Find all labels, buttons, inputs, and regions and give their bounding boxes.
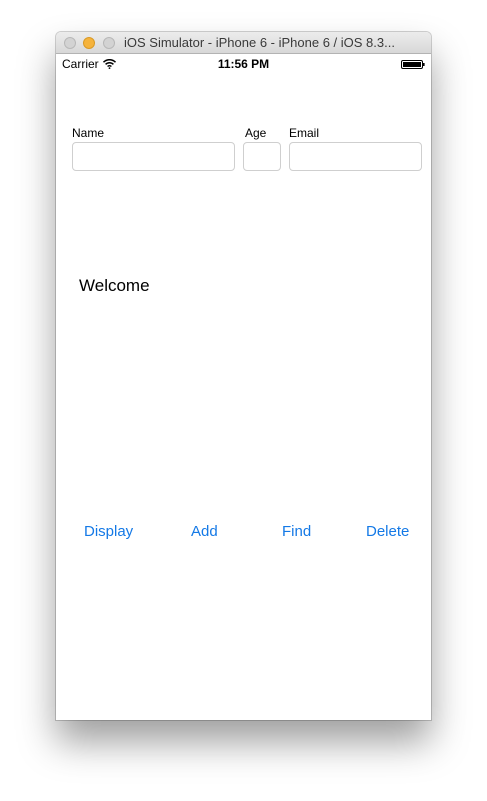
desktop: iOS Simulator - iPhone 6 - iPhone 6 / iO… (0, 0, 487, 801)
zoom-window-button[interactable] (103, 37, 115, 49)
close-window-button[interactable] (64, 37, 76, 49)
title-bar[interactable]: iOS Simulator - iPhone 6 - iPhone 6 / iO… (56, 32, 431, 54)
minimize-window-button[interactable] (83, 37, 95, 49)
age-field[interactable] (243, 142, 281, 171)
ios-status-bar: Carrier 11:56 PM (56, 54, 431, 74)
welcome-message: Welcome (79, 276, 150, 295)
delete-button[interactable]: Delete (366, 523, 409, 540)
email-field[interactable] (289, 142, 422, 171)
name-field[interactable] (72, 142, 235, 171)
find-button[interactable]: Find (282, 523, 311, 540)
window-title: iOS Simulator - iPhone 6 - iPhone 6 / iO… (124, 35, 395, 50)
add-button[interactable]: Add (191, 523, 218, 540)
name-label: Name (72, 126, 105, 140)
age-label: Age (245, 126, 267, 140)
display-button[interactable]: Display (84, 523, 133, 540)
status-time: 11:56 PM (217, 57, 270, 71)
battery-icon (401, 60, 425, 69)
email-label: Email (289, 126, 320, 140)
simulator-window: iOS Simulator - iPhone 6 - iPhone 6 / iO… (56, 32, 431, 720)
